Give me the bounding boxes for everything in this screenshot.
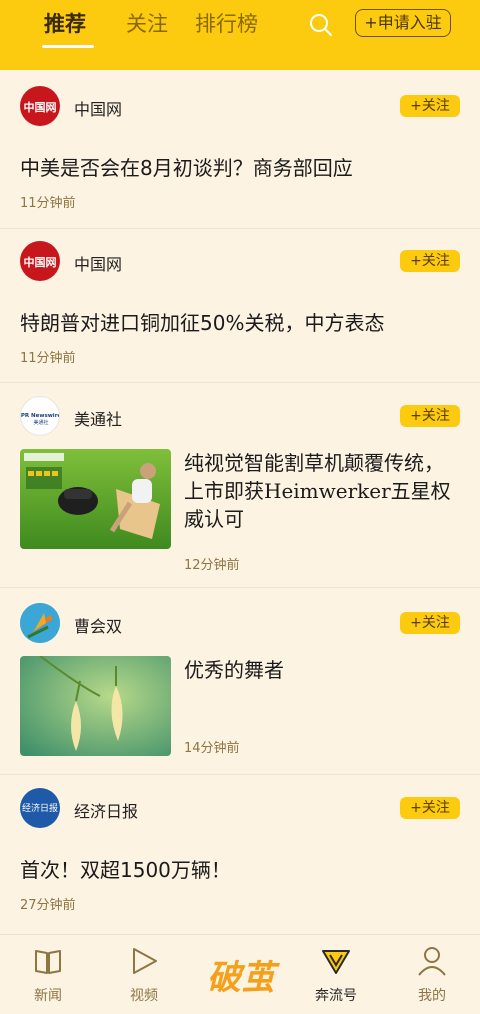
news-card[interactable]: PR Newswire 美通社 美通社 +关注 纯视觉智能割草机颠覆传统，上市即 <box>0 380 480 590</box>
nav-benliuhao[interactable]: 奔流号 <box>301 935 371 1014</box>
source-name[interactable]: 曹会双 <box>74 613 122 637</box>
timestamp: 11分钟前 <box>20 351 76 366</box>
nav-pojian[interactable]: 破茧 <box>199 935 283 1014</box>
svg-text:中国网: 中国网 <box>24 255 57 269</box>
nav-label: 视频 <box>130 988 158 1004</box>
news-card[interactable]: 经济日报 经济日报 +关注 首次！双超1500万辆！ 27分钟前 <box>0 774 480 934</box>
economic-daily-logo-icon: 经济日报 <box>22 802 58 814</box>
follow-button[interactable]: +关注 <box>400 95 460 117</box>
svg-text:中国网: 中国网 <box>24 100 57 114</box>
thumbnail-flowers[interactable] <box>20 656 171 756</box>
news-card[interactable]: 中国网 中国网 +关注 特朗普对进口铜加征50%关税，中方表态 11分钟前 <box>0 225 480 385</box>
news-card[interactable]: 曹会双 +关注 优秀的舞者 14分钟前 <box>0 587 480 767</box>
pojian-logo: 破茧 <box>207 958 280 998</box>
news-card[interactable]: 中国网 中国网 +关注 中美是否会在8月初谈判？商务部回应 11分钟前 <box>0 70 480 230</box>
tab-recommend[interactable]: 推荐 <box>44 8 86 38</box>
nav-label: 我的 <box>418 988 446 1004</box>
avatar[interactable]: 经济日报 <box>20 788 60 828</box>
tab-follow[interactable]: 关注 <box>126 8 168 38</box>
top-bar: 推荐 关注 排行榜 +申请入驻 <box>0 0 480 70</box>
search-icon[interactable] <box>308 12 334 38</box>
tab-ranking[interactable]: 排行榜 <box>195 8 258 38</box>
source-name[interactable]: 中国网 <box>74 96 122 120</box>
timestamp: 14分钟前 <box>184 741 240 756</box>
timestamp: 27分钟前 <box>20 898 76 913</box>
play-icon <box>133 948 157 974</box>
headline[interactable]: 中美是否会在8月初谈判？商务部回应 <box>20 152 353 181</box>
pr-newswire-logo-icon: PR Newswire 美通社 <box>21 413 60 426</box>
follow-button[interactable]: +关注 <box>400 250 460 272</box>
nav-label: 奔流号 <box>315 988 357 1004</box>
avatar[interactable]: 中国网 <box>20 86 60 126</box>
headline[interactable]: 纯视觉智能割草机颠覆传统，上市即获Heimwerker五星权威认可 <box>184 449 456 533</box>
timestamp: 11分钟前 <box>20 196 76 211</box>
china-net-logo-icon: 中国网 <box>24 100 57 114</box>
source-name[interactable]: 中国网 <box>74 251 122 275</box>
svg-text:美通社: 美通社 <box>33 419 48 426</box>
svg-text:经济日报: 经济日报 <box>22 802 58 814</box>
nav-video[interactable]: 视频 <box>109 935 179 1014</box>
headline[interactable]: 特朗普对进口铜加征50%关税，中方表态 <box>20 307 384 336</box>
follow-button[interactable]: +关注 <box>400 797 460 819</box>
source-name[interactable]: 美通社 <box>74 406 122 430</box>
china-net-logo-icon: 中国网 <box>24 255 57 269</box>
headline[interactable]: 首次！双超1500万辆！ <box>20 854 231 883</box>
follow-button[interactable]: +关注 <box>400 612 460 634</box>
timestamp: 12分钟前 <box>184 558 240 573</box>
source-name[interactable]: 经济日报 <box>74 798 138 822</box>
active-tab-indicator <box>42 45 94 48</box>
avatar[interactable] <box>20 603 60 643</box>
person-icon <box>418 947 446 976</box>
headline[interactable]: 优秀的舞者 <box>184 656 456 684</box>
svg-text:破茧: 破茧 <box>207 958 280 998</box>
thumbnail-lawnmower[interactable] <box>20 449 171 549</box>
nav-news[interactable]: 新闻 <box>13 935 83 1014</box>
nav-mine[interactable]: 我的 <box>397 935 467 1014</box>
bottom-nav: 新闻 视频 破茧 奔流号 我的 <box>0 934 480 1014</box>
follow-button[interactable]: +关注 <box>400 405 460 427</box>
v-diamond-icon <box>322 950 350 974</box>
nav-label: 新闻 <box>34 988 62 1004</box>
book-icon <box>35 950 61 974</box>
avatar[interactable]: 中国网 <box>20 241 60 281</box>
avatar[interactable]: PR Newswire 美通社 <box>20 396 60 436</box>
apply-join-button[interactable]: +申请入驻 <box>355 9 451 37</box>
bird-of-paradise-flower-icon <box>20 603 60 643</box>
svg-text:PR Newswire: PR Newswire <box>21 413 60 419</box>
